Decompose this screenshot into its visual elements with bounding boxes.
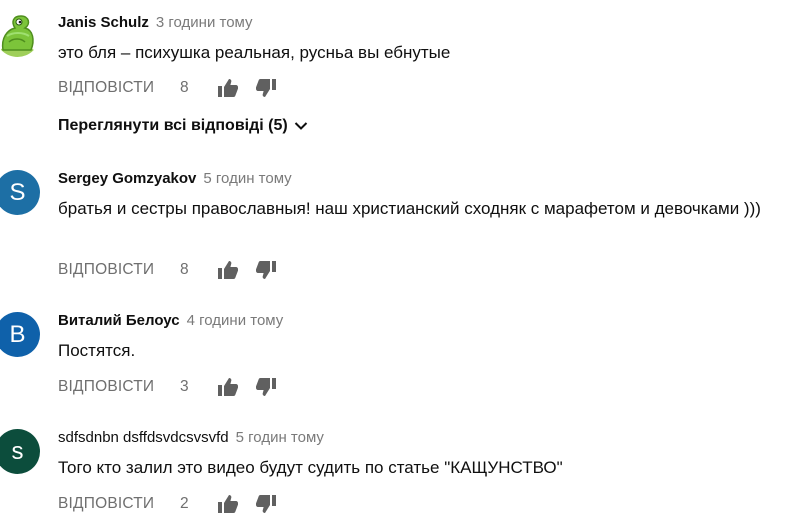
comment-text: Того кто залил это видео будут судить по…	[58, 458, 563, 477]
chevron-down-icon	[294, 122, 307, 130]
comment-header: Janis Schulz 3 години тому	[58, 14, 253, 32]
avatar-letter: S	[9, 178, 26, 206]
comment-actions: ВІДПОВІСТИ 2	[58, 493, 277, 515]
comment-actions: ВІДПОВІСТИ 8	[58, 259, 277, 281]
reply-button[interactable]: ВІДПОВІСТИ	[58, 378, 180, 396]
avatar[interactable]	[0, 12, 40, 57]
thumb-up-icon[interactable]	[217, 376, 239, 398]
comment-author[interactable]: Sergey Gomzyakov	[58, 170, 196, 187]
thumb-down-icon[interactable]	[255, 259, 277, 281]
avatar[interactable]: S	[0, 170, 40, 215]
view-replies-button[interactable]: Переглянути всі відповіді (5)	[58, 117, 308, 135]
thumb-up-icon[interactable]	[217, 259, 239, 281]
comment-text: братья и сестры православныя! наш христи…	[58, 199, 761, 218]
avatar-cartoon-image	[0, 15, 35, 57]
comment-author[interactable]: Janis Schulz	[58, 14, 149, 31]
like-count: 2	[180, 495, 189, 512]
reply-button[interactable]: ВІДПОВІСТИ	[58, 495, 180, 513]
comment-actions: ВІДПОВІСТИ 3	[58, 376, 277, 398]
thumb-up-icon[interactable]	[217, 493, 239, 515]
thumb-down-icon[interactable]	[255, 493, 277, 515]
avatar-letter: s	[11, 437, 24, 465]
thumb-down-icon[interactable]	[255, 77, 277, 99]
avatar-letter: B	[9, 320, 26, 348]
comment-text: Постятся.	[58, 341, 136, 360]
comment-thread: B Виталий Белоус 4 години тому Постятся. …	[0, 312, 790, 402]
comment-header: Sergey Gomzyakov 5 годин тому	[58, 170, 292, 188]
comment-header: sdfsdnbn dsffdsvdcsvsvfd 5 годин тому	[58, 429, 324, 447]
like-count: 8	[180, 79, 189, 96]
comment-author[interactable]: sdfsdnbn dsffdsvdcsvsvfd	[58, 429, 229, 446]
comment-thread: S Sergey Gomzyakov 5 годин тому братья и …	[0, 170, 790, 285]
comment-text: это бля – психушка реальная, русньа вы е…	[58, 43, 451, 62]
comment-header: Виталий Белоус 4 години тому	[58, 312, 283, 330]
comment-thread: s sdfsdnbn dsffdsvdcsvsvfd 5 годин тому Т…	[0, 429, 790, 524]
avatar[interactable]: B	[0, 312, 40, 357]
like-count: 8	[180, 261, 189, 278]
reply-button[interactable]: ВІДПОВІСТИ	[58, 79, 180, 97]
thumb-down-icon[interactable]	[255, 376, 277, 398]
comment-time[interactable]: 5 годин тому	[203, 170, 291, 187]
comment-time[interactable]: 3 години тому	[156, 14, 253, 31]
comment-thread: Janis Schulz 3 години тому это бля – псих…	[0, 12, 790, 152]
like-count: 3	[180, 378, 189, 395]
thumb-up-icon[interactable]	[217, 77, 239, 99]
avatar[interactable]: s	[0, 429, 40, 474]
comment-author[interactable]: Виталий Белоус	[58, 312, 180, 329]
comment-time[interactable]: 5 годин тому	[236, 429, 324, 446]
comment-time[interactable]: 4 години тому	[187, 312, 284, 329]
view-replies-label: Переглянути всі відповіді (5)	[58, 117, 288, 134]
comment-actions: ВІДПОВІСТИ 8	[58, 77, 277, 99]
reply-button[interactable]: ВІДПОВІСТИ	[58, 261, 180, 279]
